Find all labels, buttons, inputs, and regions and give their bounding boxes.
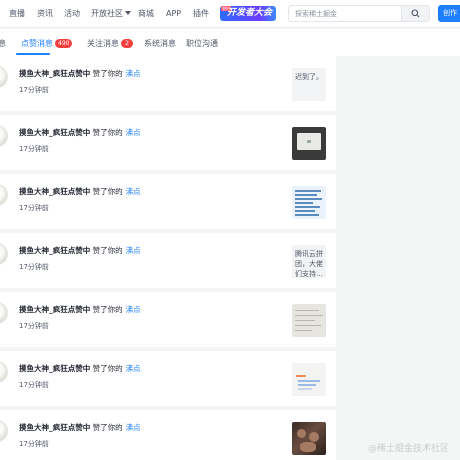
tab-likes-label: 点赞消息	[21, 39, 53, 48]
username[interactable]: 摸鱼大神_疯狂点赞中	[19, 187, 90, 196]
notification-text: 摸鱼大神_疯狂点赞中 赞了你的 沸点	[19, 364, 141, 374]
top-nav: 直播 资讯 活动 开放社区 商城 APP 插件 限时 开发者大会 创作	[0, 0, 460, 28]
username[interactable]: 摸鱼大神_疯狂点赞中	[19, 69, 90, 78]
timestamp: 17分钟前	[19, 263, 49, 271]
tab-system[interactable]: 系统消息	[144, 38, 176, 49]
post-thumbnail[interactable]: 腾讯云拼团，大佬们支持…	[292, 245, 326, 278]
list-item[interactable]: 摸鱼大神_疯狂点赞中 赞了你的 沸点 17分钟前 腾讯云拼团，大佬们支持…	[0, 233, 336, 288]
timestamp: 17分钟前	[19, 322, 49, 330]
watermark: @稀土掘金技术社区	[368, 444, 450, 454]
active-tab-indicator	[16, 53, 50, 55]
action-text: 赞了你的	[92, 187, 123, 196]
post-thumbnail[interactable]	[292, 422, 326, 455]
avatar[interactable]	[0, 361, 8, 383]
monitor-photo-icon	[297, 133, 321, 150]
username[interactable]: 摸鱼大神_疯狂点赞中	[19, 128, 90, 137]
notification-text: 摸鱼大神_疯狂点赞中 赞了你的 沸点	[19, 305, 141, 315]
target-link[interactable]: 沸点	[126, 305, 141, 314]
username[interactable]: 摸鱼大神_疯狂点赞中	[19, 423, 90, 432]
nav-mall[interactable]: 商城	[138, 8, 154, 19]
search-icon	[411, 9, 420, 18]
list-item[interactable]: 摸鱼大神_疯狂点赞中 赞了你的 沸点 17分钟前	[0, 174, 336, 229]
timestamp: 17分钟前	[19, 440, 49, 448]
dev-conference-banner[interactable]: 限时 开发者大会	[220, 6, 276, 21]
post-thumbnail[interactable]: 迟到了。	[292, 68, 326, 101]
action-text: 赞了你的	[92, 246, 123, 255]
target-link[interactable]: 沸点	[126, 364, 141, 373]
list-item[interactable]: 摸鱼大神_疯狂点赞中 赞了你的 沸点 17分钟前	[0, 292, 336, 347]
message-tabs: 息 点赞消息 490 关注消息 2 系统消息 职位沟通	[0, 29, 460, 56]
likes-count-badge: 490	[55, 39, 73, 48]
tab-follows-label: 关注消息	[87, 39, 119, 48]
nav-live[interactable]: 直播	[9, 8, 25, 19]
target-link[interactable]: 沸点	[126, 423, 141, 432]
list-item[interactable]: 摸鱼大神_疯狂点赞中 赞了你的 沸点 17分钟前	[0, 351, 336, 406]
action-text: 赞了你的	[92, 364, 123, 373]
timestamp: 17分钟前	[19, 86, 49, 94]
notification-text: 摸鱼大神_疯狂点赞中 赞了你的 沸点	[19, 423, 141, 433]
search-input[interactable]	[295, 8, 401, 19]
avatar[interactable]	[0, 243, 8, 265]
nav-news[interactable]: 资讯	[37, 8, 53, 19]
nav-open-community[interactable]: 开放社区	[91, 8, 131, 19]
target-link[interactable]: 沸点	[126, 69, 141, 78]
notification-text: 摸鱼大神_疯狂点赞中 赞了你的 沸点	[19, 187, 141, 197]
list-item[interactable]: 摸鱼大神_疯狂点赞中 赞了你的 沸点 17分钟前	[0, 410, 336, 460]
chevron-down-icon	[125, 11, 131, 15]
username[interactable]: 摸鱼大神_疯狂点赞中	[19, 305, 90, 314]
post-thumbnail[interactable]	[292, 186, 326, 219]
tab-likes[interactable]: 点赞消息 490	[21, 38, 73, 49]
avatar[interactable]	[0, 66, 8, 88]
action-text: 赞了你的	[92, 128, 123, 137]
search-box	[288, 5, 430, 22]
target-link[interactable]: 沸点	[126, 246, 141, 255]
timestamp: 17分钟前	[19, 204, 49, 212]
follows-count-badge: 2	[121, 39, 133, 48]
avatar[interactable]	[0, 420, 8, 442]
nav-app[interactable]: APP	[166, 8, 181, 19]
avatar[interactable]	[0, 302, 8, 324]
list-item[interactable]: 摸鱼大神_疯狂点赞中 赞了你的 沸点 17分钟前	[0, 115, 336, 170]
timestamp: 17分钟前	[19, 381, 49, 389]
target-link[interactable]: 沸点	[126, 187, 141, 196]
action-text: 赞了你的	[92, 423, 123, 432]
create-button[interactable]: 创作	[438, 5, 460, 22]
post-thumbnail[interactable]	[292, 304, 326, 337]
target-link[interactable]: 沸点	[126, 128, 141, 137]
username[interactable]: 摸鱼大神_疯狂点赞中	[19, 364, 90, 373]
tab-jobs[interactable]: 职位沟通	[186, 38, 218, 49]
avatar[interactable]	[0, 184, 8, 206]
banner-text: 开发者大会	[227, 8, 273, 18]
tab-comments[interactable]: 息	[0, 38, 6, 49]
post-thumbnail[interactable]	[292, 127, 326, 160]
nav-plugins[interactable]: 插件	[193, 8, 209, 19]
tab-follows[interactable]: 关注消息 2	[87, 38, 133, 49]
search-button[interactable]	[401, 6, 429, 21]
timestamp: 17分钟前	[19, 145, 49, 153]
list-item[interactable]: 摸鱼大神_疯狂点赞中 赞了你的 沸点 17分钟前 迟到了。	[0, 56, 336, 111]
notification-text: 摸鱼大神_疯狂点赞中 赞了你的 沸点	[19, 69, 141, 79]
action-text: 赞了你的	[92, 69, 123, 78]
notification-text: 摸鱼大神_疯狂点赞中 赞了你的 沸点	[19, 128, 141, 138]
post-thumbnail[interactable]	[292, 363, 326, 396]
nav-events[interactable]: 活动	[64, 8, 80, 19]
avatar[interactable]	[0, 125, 8, 147]
nav-open-community-label: 开放社区	[91, 9, 123, 18]
username[interactable]: 摸鱼大神_疯狂点赞中	[19, 246, 90, 255]
notification-text: 摸鱼大神_疯狂点赞中 赞了你的 沸点	[19, 246, 141, 256]
action-text: 赞了你的	[92, 305, 123, 314]
